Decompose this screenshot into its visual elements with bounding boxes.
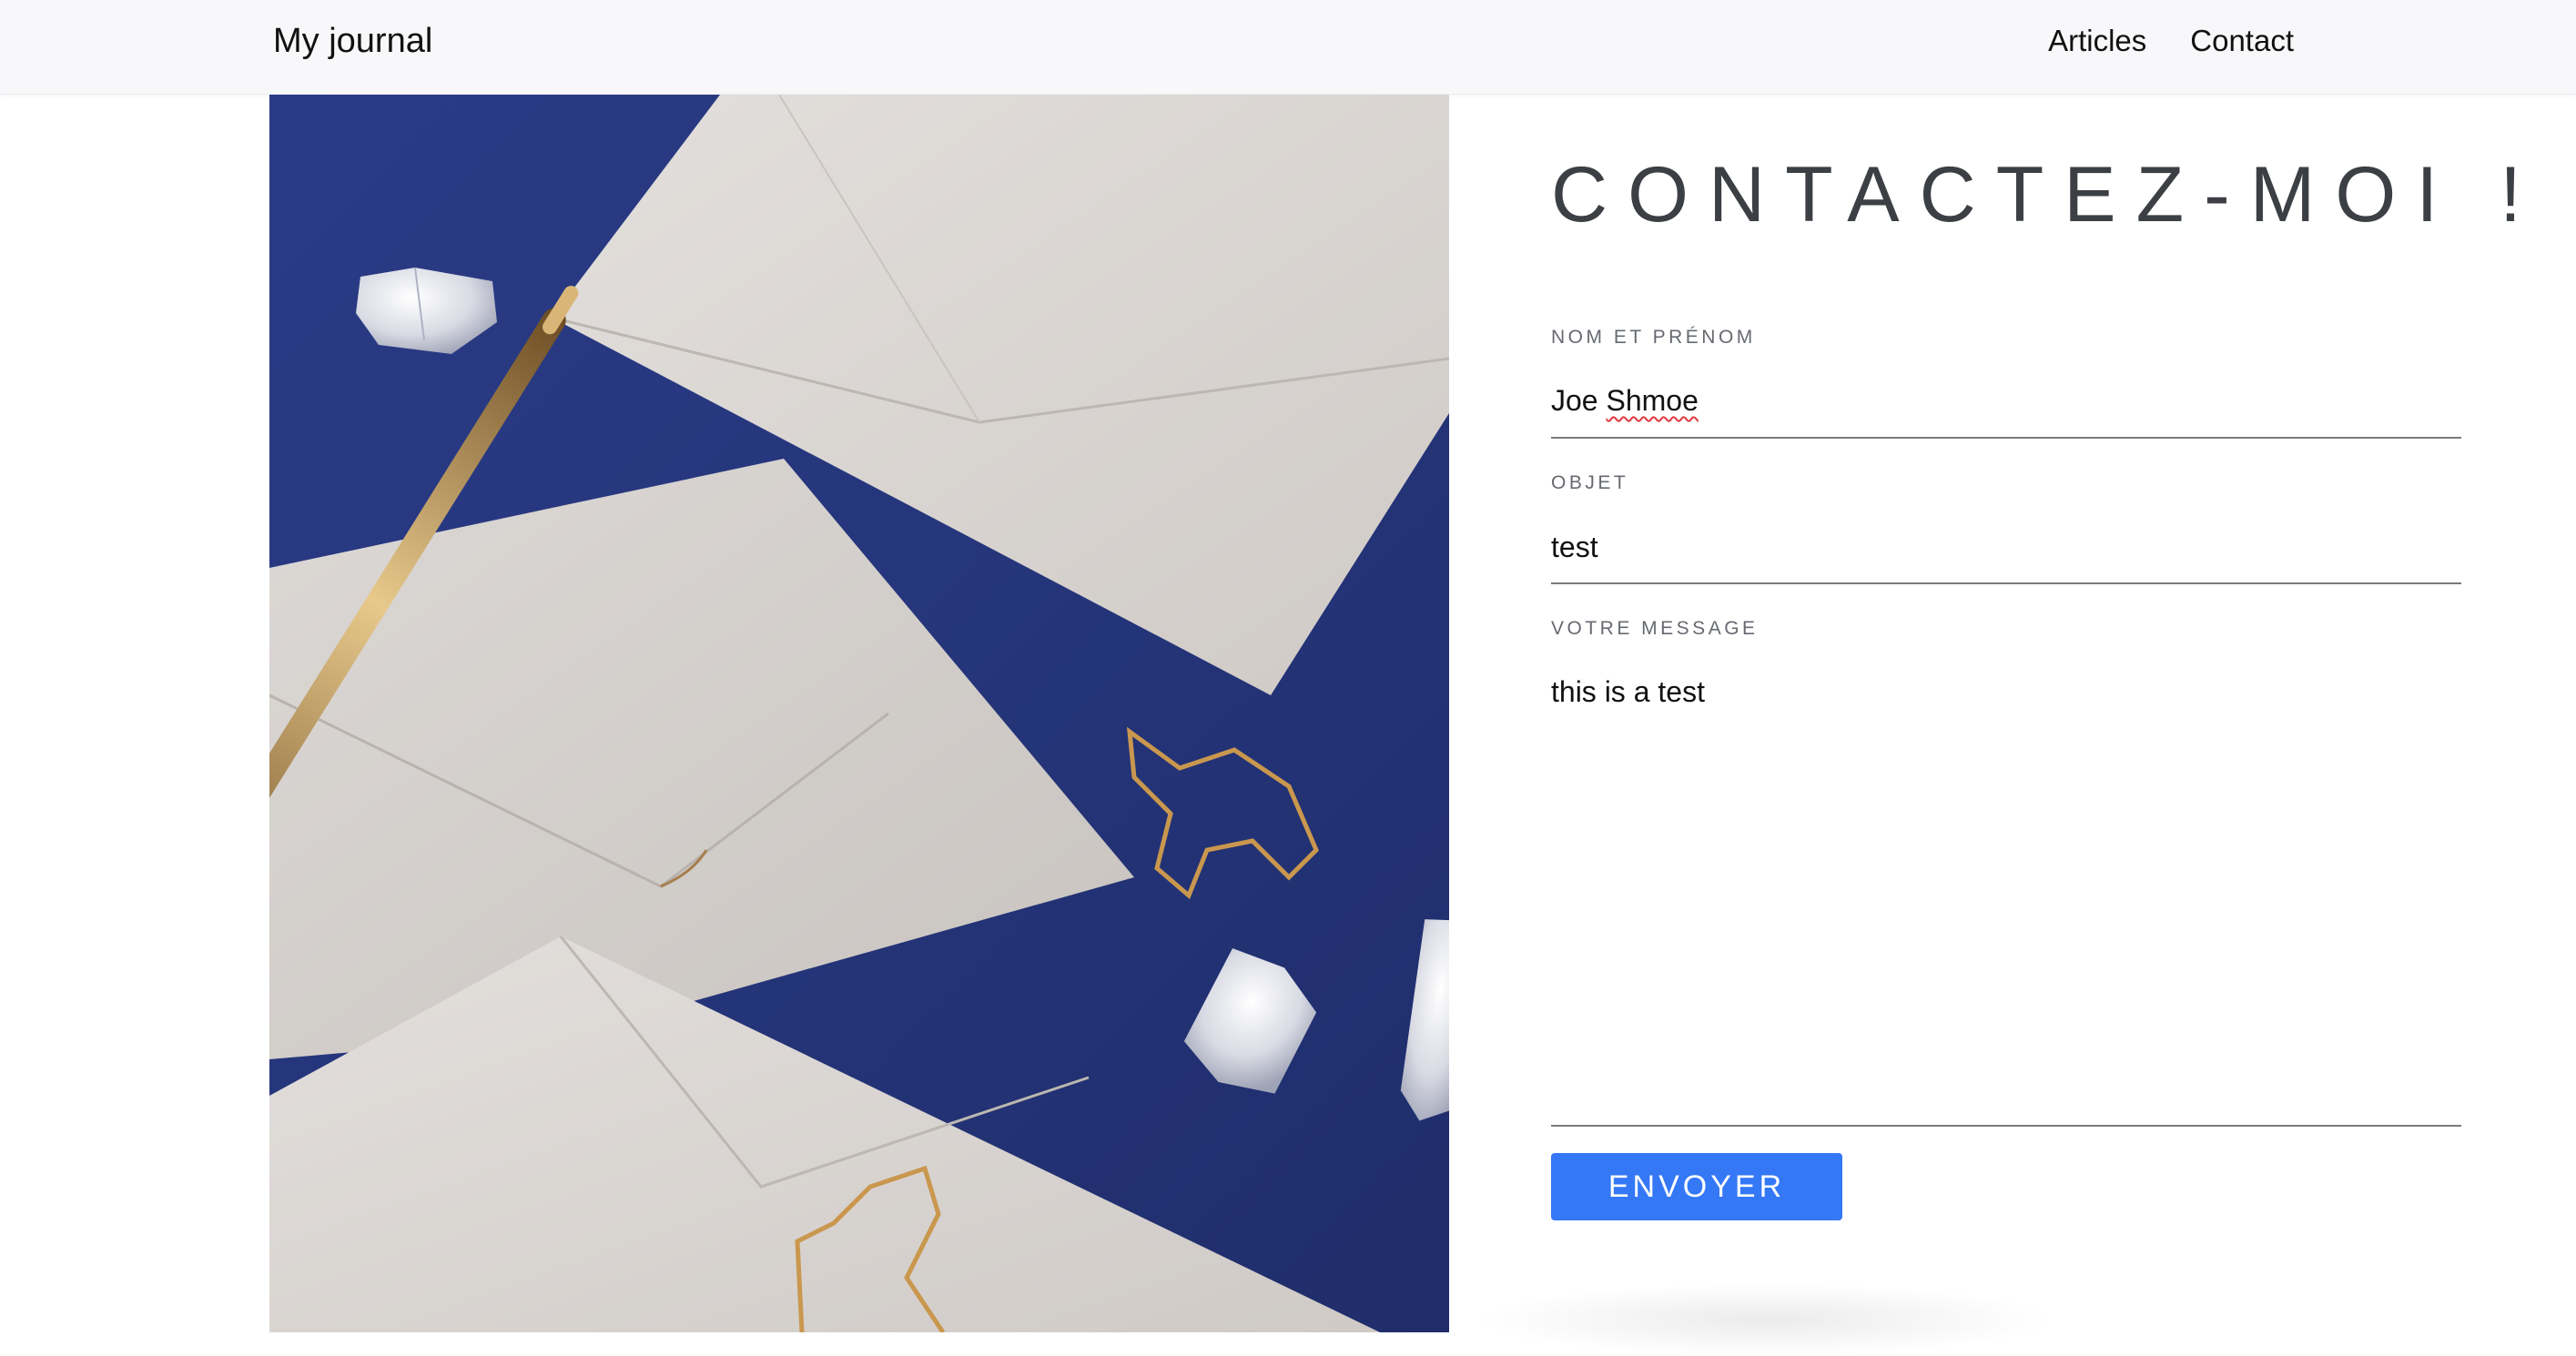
envelopes-photo bbox=[269, 95, 1449, 1332]
name-label: NOM ET PRÉNOM bbox=[1551, 327, 1756, 348]
message-label: VOTRE MESSAGE bbox=[1551, 618, 1759, 639]
nav-link-contact[interactable]: Contact bbox=[2190, 18, 2294, 64]
subject-label: OBJET bbox=[1551, 472, 1629, 493]
contact-section: CONTACTEZ-MOI ! NOM ET PRÉNOM Joe Shmoe … bbox=[1551, 95, 2521, 1332]
page-title: CONTACTEZ-MOI ! bbox=[1551, 151, 2542, 238]
name-last: Shmoe bbox=[1606, 384, 1699, 417]
message-field[interactable]: this is a test bbox=[1551, 675, 2461, 1127]
navbar: My journal Articles Contact bbox=[0, 0, 2576, 95]
send-button[interactable]: ENVOYER bbox=[1551, 1153, 1842, 1220]
name-field[interactable]: Joe Shmoe bbox=[1551, 384, 2461, 439]
nav-links: Articles Contact bbox=[2048, 18, 2294, 64]
name-first: Joe bbox=[1551, 384, 1598, 417]
shadow-decoration bbox=[1475, 1283, 2057, 1356]
brand-link[interactable]: My journal bbox=[273, 18, 432, 64]
photo-illustration bbox=[269, 95, 1449, 1332]
nav-link-articles[interactable]: Articles bbox=[2048, 18, 2146, 64]
subject-field[interactable] bbox=[1551, 530, 2461, 584]
